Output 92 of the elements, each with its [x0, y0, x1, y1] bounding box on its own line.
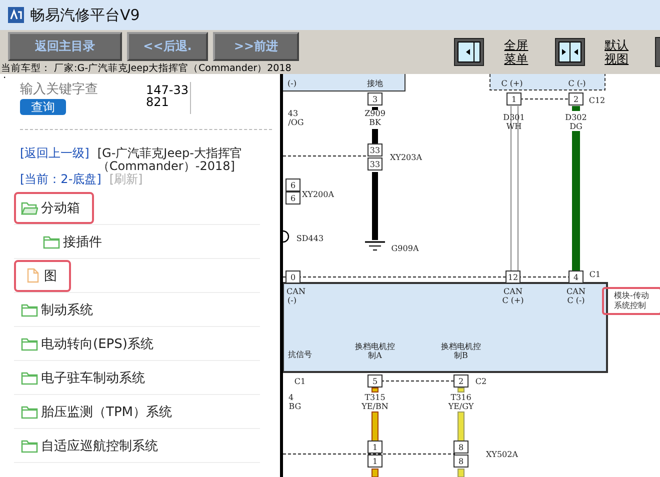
diagram-label: CAN [286, 287, 306, 296]
current-link[interactable]: [当前：2-底盘] [20, 173, 102, 186]
connector-pin: 33 [368, 158, 382, 170]
diagram-label: /OG [288, 118, 304, 127]
connector-pin: 8 [454, 440, 468, 454]
folder-icon [21, 404, 38, 418]
diagram-label: XY203A [390, 153, 422, 162]
document-icon [27, 268, 39, 283]
wire [458, 388, 464, 392]
connector-pin: 3 [368, 92, 382, 106]
diagram-label: Z909 [364, 109, 386, 118]
diagram-label: C1 [294, 377, 306, 386]
folder-icon [21, 438, 38, 452]
connector-pin: 12 [506, 270, 520, 284]
diagram-label: D302 [565, 113, 587, 122]
view-link[interactable]: 默认视图 [604, 38, 631, 66]
connector-pin: 1 [368, 440, 382, 454]
window-title: 畅易汽修平台V9 [30, 6, 140, 24]
code-text: 147-33821 [140, 82, 191, 114]
tree-item[interactable]: 电子驻车制动系统 [14, 362, 159, 394]
connector-pin: 8 [454, 454, 468, 468]
diagram-label: 制B [454, 351, 468, 360]
tree-item[interactable]: 电动转向(EPS)系统 [14, 328, 168, 360]
diagram-label: (-) [288, 79, 296, 88]
connector-pin: 2 [454, 374, 468, 388]
splice-mark [282, 230, 290, 243]
split-view-icon[interactable] [554, 38, 585, 66]
diagram-label: D301 [503, 113, 525, 122]
diagram-label: XY502A [486, 450, 518, 459]
search-button[interactable]: 查询 [20, 99, 66, 115]
wire [372, 468, 378, 477]
diagram-label: BK [369, 118, 381, 127]
diagram-label: T315 [364, 393, 386, 402]
tree-item[interactable]: 自适应巡航控制系统 [14, 430, 172, 462]
tree-item[interactable]: 图 [14, 260, 71, 292]
diagram-label: WH [506, 122, 522, 131]
diagram-label: 换档电机控 [355, 342, 395, 351]
diagram-label: YE/BN [362, 402, 388, 411]
folder-icon [21, 370, 38, 384]
diagram-label: XY200A [302, 190, 334, 199]
diagram-label: C (+) [502, 296, 524, 305]
module-label: 模块-传动系统控制 [602, 287, 660, 315]
connector-pin: 4 [568, 270, 584, 284]
back-link[interactable]: [返回上一级] [20, 147, 90, 160]
panel-icon[interactable] [454, 38, 484, 66]
tree-item[interactable]: 接插件 [36, 226, 116, 258]
path-text: [G-广汽菲克Jeep-大指挥官（Commander）-2018] [97, 147, 243, 173]
folder-icon [21, 302, 38, 316]
connector-pin: 1 [368, 454, 382, 468]
diagram-label: 制A [368, 351, 382, 360]
wire [372, 107, 378, 110]
diagram-label: SD443 [296, 234, 324, 243]
wire [372, 388, 378, 392]
view-link[interactable]: 全屏菜单 [504, 38, 531, 66]
diagram-label: 换档电机控 [441, 342, 481, 351]
tree-item[interactable]: 胎压监测（TPM）系统 [14, 396, 186, 428]
diagram-label: C1 [589, 270, 601, 279]
connector-pin: 5 [368, 374, 382, 388]
tree-item[interactable]: 制动系统 [14, 294, 107, 326]
app-icon [8, 7, 24, 23]
ground-symbol [365, 241, 385, 250]
folder-icon [21, 336, 38, 350]
connector-pin: 6 [286, 178, 300, 192]
diagram-label: C (-) [567, 296, 585, 305]
diagram-label: C2 [475, 377, 487, 386]
diagram-label: C (-) [568, 79, 586, 88]
wire [572, 106, 580, 111]
wire [458, 468, 464, 477]
folder-icon [43, 234, 60, 248]
diagram-label: 43 [288, 109, 298, 118]
diagram-label: BG [288, 402, 302, 411]
diagram-label: CAN [504, 287, 522, 296]
diagram-label: YE/GY [448, 402, 474, 411]
connector-pin: 1 [506, 92, 522, 106]
diagram-label: DG [570, 122, 582, 131]
open-folder-icon [21, 200, 38, 214]
connector-pin: 2 [568, 92, 584, 106]
vehicle-model-text: 当前车型： 厂家:G-广汽菲克Jeep大指挥官（Commander）2018 [0, 63, 291, 74]
wire [372, 172, 378, 240]
diagram-label: C12 [588, 96, 606, 105]
tree-item[interactable]: 分动箱 [14, 192, 94, 224]
diagram-label: (-) [288, 296, 296, 305]
connector-pin: 33 [368, 144, 382, 156]
connector-pin: 0 [286, 270, 300, 284]
diagram-label: G909A [391, 244, 419, 253]
diagram-label: 抗信号 [288, 350, 312, 359]
diagram-label: 接地 [367, 79, 383, 88]
diagram-label: CAN [566, 287, 586, 296]
connector-pin: 6 [286, 192, 300, 204]
diagram-label: C (+) [501, 79, 523, 88]
diagram-label: T316 [450, 393, 472, 402]
diagram-label: 4 [288, 393, 294, 402]
